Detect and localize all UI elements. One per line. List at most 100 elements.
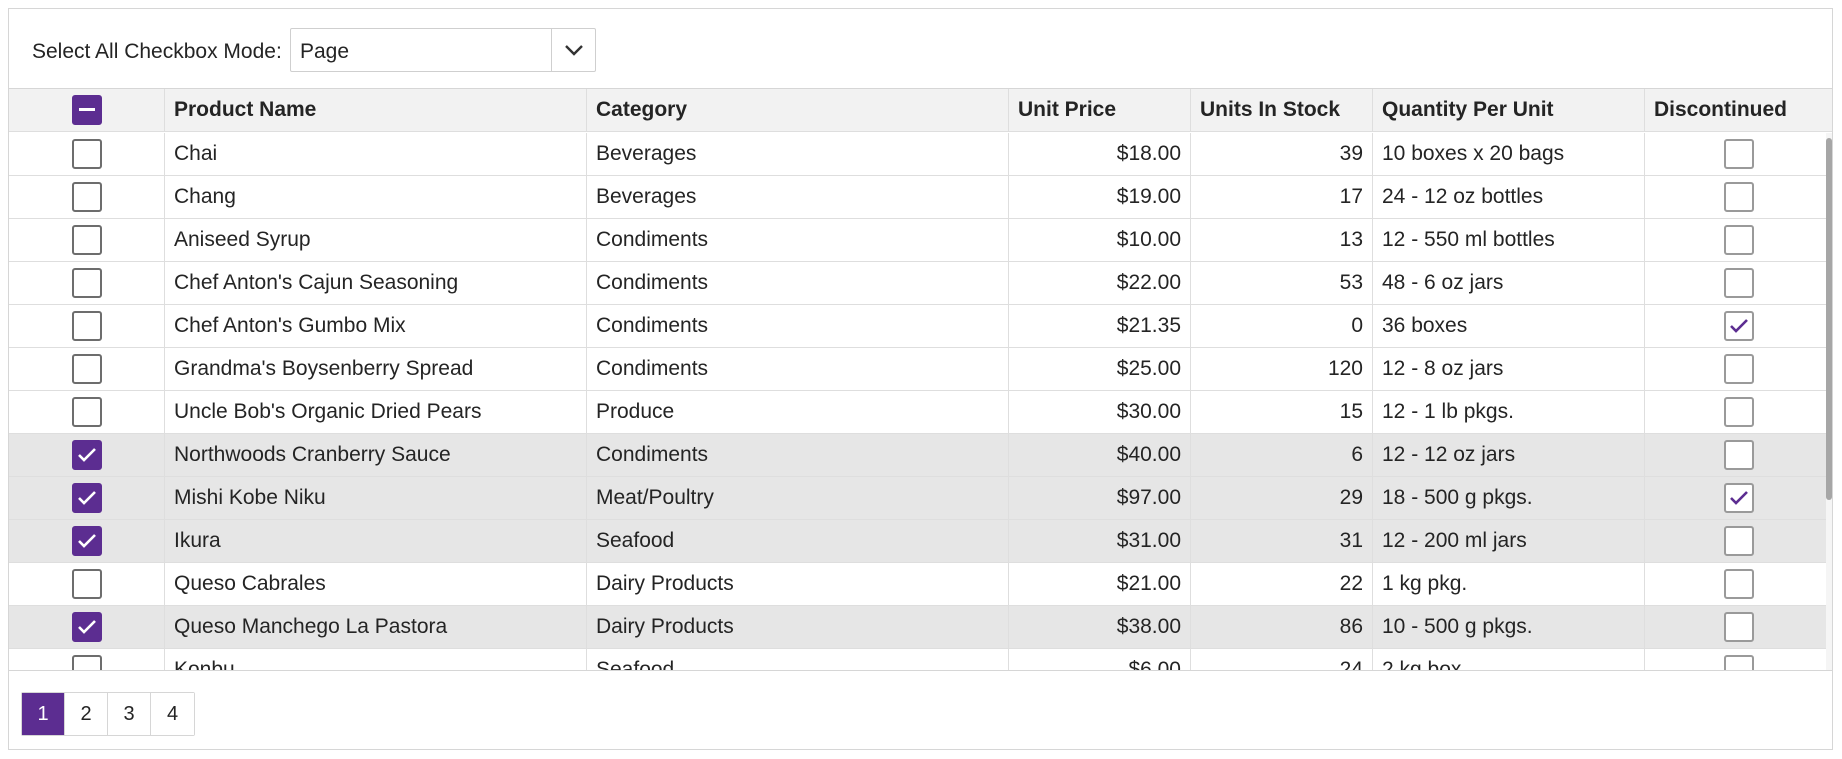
- row-select-checkbox[interactable]: [71, 397, 102, 427]
- table-row[interactable]: Uncle Bob's Organic Dried Pears Produce …: [9, 391, 1832, 434]
- column-header-units-in-stock[interactable]: Units In Stock: [1191, 89, 1373, 131]
- table-row[interactable]: Konbu Seafood $6.00 24 2 kg box: [9, 649, 1832, 670]
- page-button-2[interactable]: 2: [65, 693, 108, 735]
- quantity-per-unit-cell: 10 - 500 g pkgs.: [1373, 606, 1645, 648]
- select-all-checkbox[interactable]: [71, 95, 102, 125]
- units-in-stock-cell: 39: [1191, 133, 1373, 175]
- row-select-checkbox[interactable]: [71, 311, 102, 341]
- row-select-checkbox[interactable]: [71, 612, 102, 642]
- table-row[interactable]: Chef Anton's Gumbo Mix Condiments $21.35…: [9, 305, 1832, 348]
- product-name-cell: Queso Cabrales: [165, 563, 587, 605]
- row-select-cell: [9, 520, 165, 562]
- category-cell: Condiments: [587, 262, 1009, 304]
- product-name-cell: Mishi Kobe Niku: [165, 477, 587, 519]
- unit-price-cell: $22.00: [1009, 262, 1191, 304]
- category-cell: Produce: [587, 391, 1009, 433]
- category-cell: Meat/Poultry: [587, 477, 1009, 519]
- checkmark-icon: [77, 448, 96, 462]
- table-row[interactable]: Aniseed Syrup Condiments $10.00 13 12 - …: [9, 219, 1832, 262]
- quantity-per-unit-cell: 2 kg box: [1373, 649, 1645, 670]
- page-button-4[interactable]: 4: [151, 693, 194, 735]
- row-select-cell: [9, 563, 165, 605]
- product-name-cell: Aniseed Syrup: [165, 219, 587, 261]
- table-row[interactable]: Chai Beverages $18.00 39 10 boxes x 20 b…: [9, 133, 1832, 176]
- unit-price-cell: $30.00: [1009, 391, 1191, 433]
- table-row[interactable]: Queso Cabrales Dairy Products $21.00 22 …: [9, 563, 1832, 606]
- units-in-stock-cell: 6: [1191, 434, 1373, 476]
- row-select-checkbox[interactable]: [71, 268, 102, 298]
- unit-price-cell: $97.00: [1009, 477, 1191, 519]
- discontinued-checkbox: [1723, 440, 1754, 470]
- row-select-cell: [9, 262, 165, 304]
- units-in-stock-cell: 22: [1191, 563, 1373, 605]
- row-select-checkbox[interactable]: [71, 655, 102, 670]
- row-select-checkbox[interactable]: [71, 526, 102, 556]
- row-select-checkbox[interactable]: [71, 139, 102, 169]
- table-row[interactable]: Mishi Kobe Niku Meat/Poultry $97.00 29 1…: [9, 477, 1832, 520]
- row-select-cell: [9, 391, 165, 433]
- checkmark-icon: [77, 620, 96, 634]
- quantity-per-unit-cell: 12 - 550 ml bottles: [1373, 219, 1645, 261]
- column-header-category[interactable]: Category: [587, 89, 1009, 131]
- discontinued-cell: [1645, 348, 1832, 390]
- header-row: Product Name Category Unit Price Units I…: [9, 89, 1832, 132]
- select-all-mode-dropdown[interactable]: Page: [290, 28, 596, 72]
- discontinued-cell: [1645, 391, 1832, 433]
- column-header-product-name[interactable]: Product Name: [165, 89, 587, 131]
- unit-price-cell: $21.00: [1009, 563, 1191, 605]
- product-name-cell: Ikura: [165, 520, 587, 562]
- page-button-1[interactable]: 1: [22, 693, 65, 735]
- discontinued-cell: [1645, 219, 1832, 261]
- discontinued-checkbox: [1723, 354, 1754, 384]
- column-header-unit-price[interactable]: Unit Price: [1009, 89, 1191, 131]
- unit-price-cell: $40.00: [1009, 434, 1191, 476]
- unit-price-cell: $25.00: [1009, 348, 1191, 390]
- row-select-checkbox[interactable]: [71, 440, 102, 470]
- product-name-cell: Chai: [165, 133, 587, 175]
- discontinued-checkbox: [1723, 655, 1754, 670]
- quantity-per-unit-cell: 12 - 12 oz jars: [1373, 434, 1645, 476]
- product-name-cell: Queso Manchego La Pastora: [165, 606, 587, 648]
- row-select-cell: [9, 133, 165, 175]
- quantity-per-unit-cell: 12 - 1 lb pkgs.: [1373, 391, 1645, 433]
- table-row[interactable]: Queso Manchego La Pastora Dairy Products…: [9, 606, 1832, 649]
- discontinued-checkbox: [1723, 569, 1754, 599]
- scrollbar-thumb[interactable]: [1826, 138, 1832, 500]
- table-row[interactable]: Ikura Seafood $31.00 31 12 - 200 ml jars: [9, 520, 1832, 563]
- row-select-checkbox[interactable]: [71, 354, 102, 384]
- product-name-cell: Chef Anton's Cajun Seasoning: [165, 262, 587, 304]
- row-select-cell: [9, 477, 165, 519]
- table-row[interactable]: Chang Beverages $19.00 17 24 - 12 oz bot…: [9, 176, 1832, 219]
- discontinued-cell: [1645, 434, 1832, 476]
- row-select-cell: [9, 176, 165, 218]
- unit-price-cell: $19.00: [1009, 176, 1191, 218]
- product-name-cell: Northwoods Cranberry Sauce: [165, 434, 587, 476]
- row-select-checkbox[interactable]: [71, 483, 102, 513]
- page-button-3[interactable]: 3: [108, 693, 151, 735]
- select-all-mode-value: Page: [300, 40, 350, 63]
- quantity-per-unit-cell: 1 kg pkg.: [1373, 563, 1645, 605]
- pager: 1234: [21, 692, 195, 736]
- row-select-checkbox[interactable]: [71, 569, 102, 599]
- quantity-per-unit-cell: 10 boxes x 20 bags: [1373, 133, 1645, 175]
- product-name-cell: Grandma's Boysenberry Spread: [165, 348, 587, 390]
- units-in-stock-cell: 13: [1191, 219, 1373, 261]
- product-name-cell: Chang: [165, 176, 587, 218]
- table-row[interactable]: Chef Anton's Cajun Seasoning Condiments …: [9, 262, 1832, 305]
- column-header-discontinued[interactable]: Discontinued: [1645, 89, 1832, 131]
- table-row[interactable]: Grandma's Boysenberry Spread Condiments …: [9, 348, 1832, 391]
- discontinued-cell: [1645, 606, 1832, 648]
- toolbar: Select All Checkbox Mode: Page: [9, 9, 1832, 88]
- column-header-quantity-per-unit[interactable]: Quantity Per Unit: [1373, 89, 1645, 131]
- row-select-checkbox[interactable]: [71, 225, 102, 255]
- units-in-stock-cell: 24: [1191, 649, 1373, 670]
- category-cell: Dairy Products: [587, 606, 1009, 648]
- quantity-per-unit-cell: 12 - 8 oz jars: [1373, 348, 1645, 390]
- checkmark-icon: [77, 534, 96, 548]
- row-select-cell: [9, 305, 165, 347]
- discontinued-checkbox: [1723, 483, 1754, 513]
- dropdown-button[interactable]: [551, 29, 595, 71]
- row-select-checkbox[interactable]: [71, 182, 102, 212]
- table-row[interactable]: Northwoods Cranberry Sauce Condiments $4…: [9, 434, 1832, 477]
- units-in-stock-cell: 0: [1191, 305, 1373, 347]
